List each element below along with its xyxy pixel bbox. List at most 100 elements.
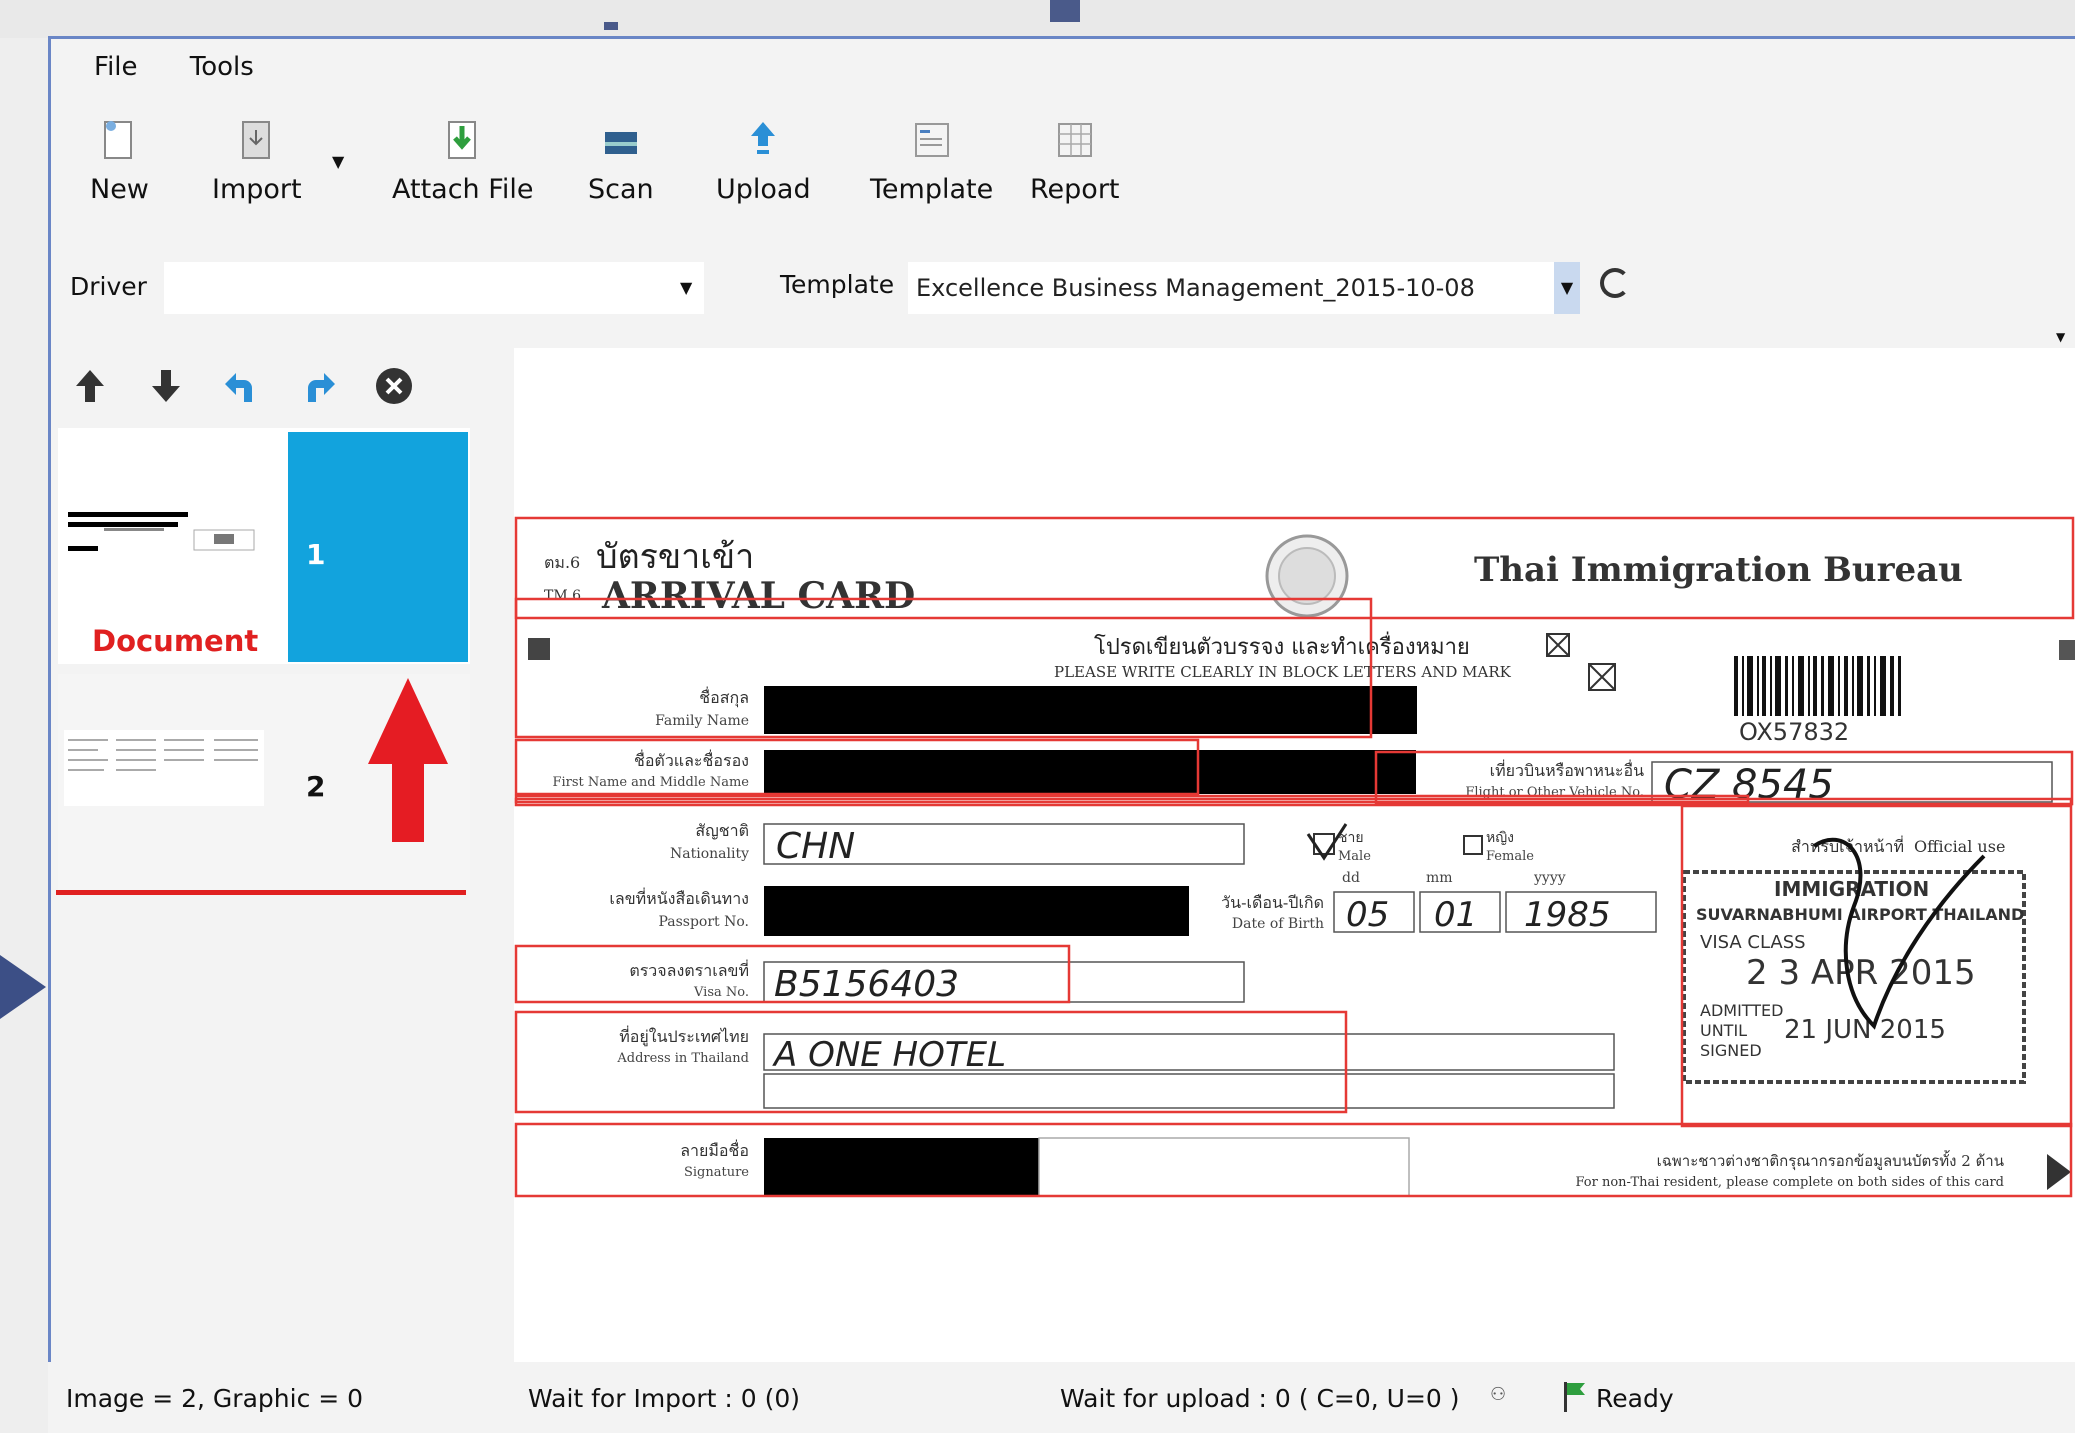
menu-tools[interactable]: Tools xyxy=(190,52,254,82)
nationality-value: CHN xyxy=(776,826,855,867)
red-underline-annotation xyxy=(56,890,466,895)
female-checkbox xyxy=(1463,835,1483,855)
background-window-strip xyxy=(0,0,2075,38)
visa-value: B5156403 xyxy=(774,964,959,1005)
pointer-arrow-icon xyxy=(0,955,46,1019)
signature-thai: ลายมือชื่อ xyxy=(680,1139,749,1160)
import-dropdown-icon[interactable]: ▼ xyxy=(332,152,344,171)
family-name-redacted xyxy=(764,686,1417,734)
official-use-en: Official use xyxy=(1914,837,2005,856)
users-icon: ⚇ xyxy=(1490,1384,1507,1405)
instruction-en: PLEASE WRITE CLEARLY IN BLOCK LETTERS AN… xyxy=(1054,663,1512,681)
driver-dropdown-icon[interactable]: ▼ xyxy=(680,278,692,297)
template-icon xyxy=(912,118,952,164)
import-label: Import xyxy=(212,174,302,205)
dob-mm-label: mm xyxy=(1426,870,1453,886)
stamp-signed: SIGNED xyxy=(1700,1041,1762,1060)
address-value: A ONE HOTEL xyxy=(772,1035,1006,1075)
template-select-label: Template xyxy=(780,270,895,299)
family-name-thai: ชื่อสกุล xyxy=(699,686,749,708)
female-en: Female xyxy=(1486,849,1534,864)
new-document-icon xyxy=(99,118,139,164)
ready-flag-icon xyxy=(1564,1382,1585,1412)
scanner-icon xyxy=(601,118,641,164)
visa-thai: ตรวจลงตราเลขที่ xyxy=(629,959,749,980)
template-select[interactable]: Excellence Business Management_2015-10-0… xyxy=(908,262,1558,314)
male-en: Male xyxy=(1338,849,1371,864)
detected-field-boxes xyxy=(514,516,2075,1198)
report-button[interactable]: Report xyxy=(1030,118,1120,205)
barcode xyxy=(1734,656,1901,716)
attach-file-button[interactable]: Attach File xyxy=(392,118,533,205)
status-ready: Ready xyxy=(1596,1384,1674,1413)
status-image-count: Image = 2, Graphic = 0 xyxy=(66,1384,364,1413)
address-en: Address in Thailand xyxy=(616,1051,749,1066)
upload-icon xyxy=(743,118,783,164)
handwritten-signature-mark xyxy=(1812,837,1986,1030)
signature-en: Signature xyxy=(684,1165,749,1180)
passport-thai: เลขที่หนังสือเดินทาง xyxy=(609,887,749,908)
dob-dd-label: dd xyxy=(1342,870,1360,886)
stamp-admitted: ADMITTED xyxy=(1700,1001,1783,1020)
card-title-en: ARRIVAL CARD xyxy=(601,575,915,617)
new-label: New xyxy=(90,174,149,205)
male-thai: ชาย xyxy=(1338,830,1364,846)
arrival-card-image: ตม.6 บัตรขาเข้า TM.6 ARRIVAL CARD Thai I… xyxy=(514,516,2075,1198)
passport-en: Passport No. xyxy=(658,914,749,930)
barcode-number: OX57832 xyxy=(1739,718,1849,746)
refresh-icon[interactable] xyxy=(1600,268,1630,298)
driver-select[interactable] xyxy=(164,262,704,314)
new-button[interactable]: New xyxy=(90,118,149,205)
scan-label: Scan xyxy=(588,174,654,205)
red-arrow-annotation-icon xyxy=(368,678,448,842)
status-bar: Image = 2, Graphic = 0 Wait for Import :… xyxy=(48,1362,2075,1433)
move-up-icon[interactable] xyxy=(70,366,110,406)
dob-month-value: 01 xyxy=(1434,895,1477,935)
menu-file[interactable]: File xyxy=(94,52,138,82)
nationality-thai: สัญชาติ xyxy=(695,821,749,840)
import-icon xyxy=(237,118,277,164)
rotate-left-icon[interactable] xyxy=(222,366,262,406)
template-button[interactable]: Template xyxy=(870,118,993,205)
driver-label: Driver xyxy=(70,272,147,301)
footer-en: For non-Thai resident, please complete o… xyxy=(1575,1175,2004,1190)
family-name-en: Family Name xyxy=(655,713,749,729)
attach-file-label: Attach File xyxy=(392,174,534,205)
first-name-en: First Name and Middle Name xyxy=(552,775,749,790)
move-down-icon[interactable] xyxy=(146,366,186,406)
dob-en: Date of Birth xyxy=(1232,916,1324,932)
upload-label: Upload xyxy=(716,174,811,205)
visa-en: Visa No. xyxy=(693,985,749,1000)
import-button[interactable]: Import xyxy=(212,118,302,205)
card-bureau: Thai Immigration Bureau xyxy=(1474,550,1963,590)
dob-year-value: 1985 xyxy=(1524,895,1611,935)
male-checkbox xyxy=(1313,833,1335,855)
scan-button[interactable]: Scan xyxy=(588,118,654,205)
rotate-right-icon[interactable] xyxy=(298,366,338,406)
first-name-thai: ชื่อตัวและชื่อรอง xyxy=(634,749,749,770)
report-label: Report xyxy=(1030,174,1120,205)
card-title-thai: บัตรขาเข้า xyxy=(596,537,754,577)
footer-thai: เฉพาะชาวต่างชาติกรุณากรอกข้อมูลบนบัตรทั้… xyxy=(1657,1150,2004,1171)
stamp-until-date: 21 JUN 2015 xyxy=(1784,1015,1946,1045)
nationality-en: Nationality xyxy=(670,846,749,862)
stamp-airport: SUVARNABHUMI AIRPORT THAILAND xyxy=(1696,905,2024,924)
attach-file-icon xyxy=(443,118,483,164)
card-tm6-code-thai: ตม.6 xyxy=(544,553,580,572)
page-2-number: 2 xyxy=(306,770,326,803)
template-dropdown-icon[interactable]: ▼ xyxy=(1554,262,1580,314)
instruction-thai: โปรดเขียนตัวบรรจง และทำเครื่องหมาย xyxy=(1094,631,1470,660)
stamp-date: 2 3 APR 2015 xyxy=(1746,953,1976,993)
status-wait-import: Wait for Import : 0 (0) xyxy=(528,1384,801,1413)
page-1-label: Document xyxy=(92,624,259,658)
scroll-down-icon[interactable]: ▼ xyxy=(2056,330,2065,344)
female-thai: หญิง xyxy=(1486,830,1514,846)
stamp-until: UNTIL xyxy=(1700,1021,1747,1040)
delete-page-icon[interactable] xyxy=(374,366,414,406)
dob-thai: วัน-เดือน-ปีเกิด xyxy=(1221,893,1324,912)
dob-yyyy-label: yyyy xyxy=(1533,870,1566,886)
upload-button[interactable]: Upload xyxy=(716,118,811,205)
stamp-immigration: IMMIGRATION xyxy=(1774,877,1929,901)
page-1-thumbnail xyxy=(64,500,264,580)
passport-redacted xyxy=(764,886,1189,936)
